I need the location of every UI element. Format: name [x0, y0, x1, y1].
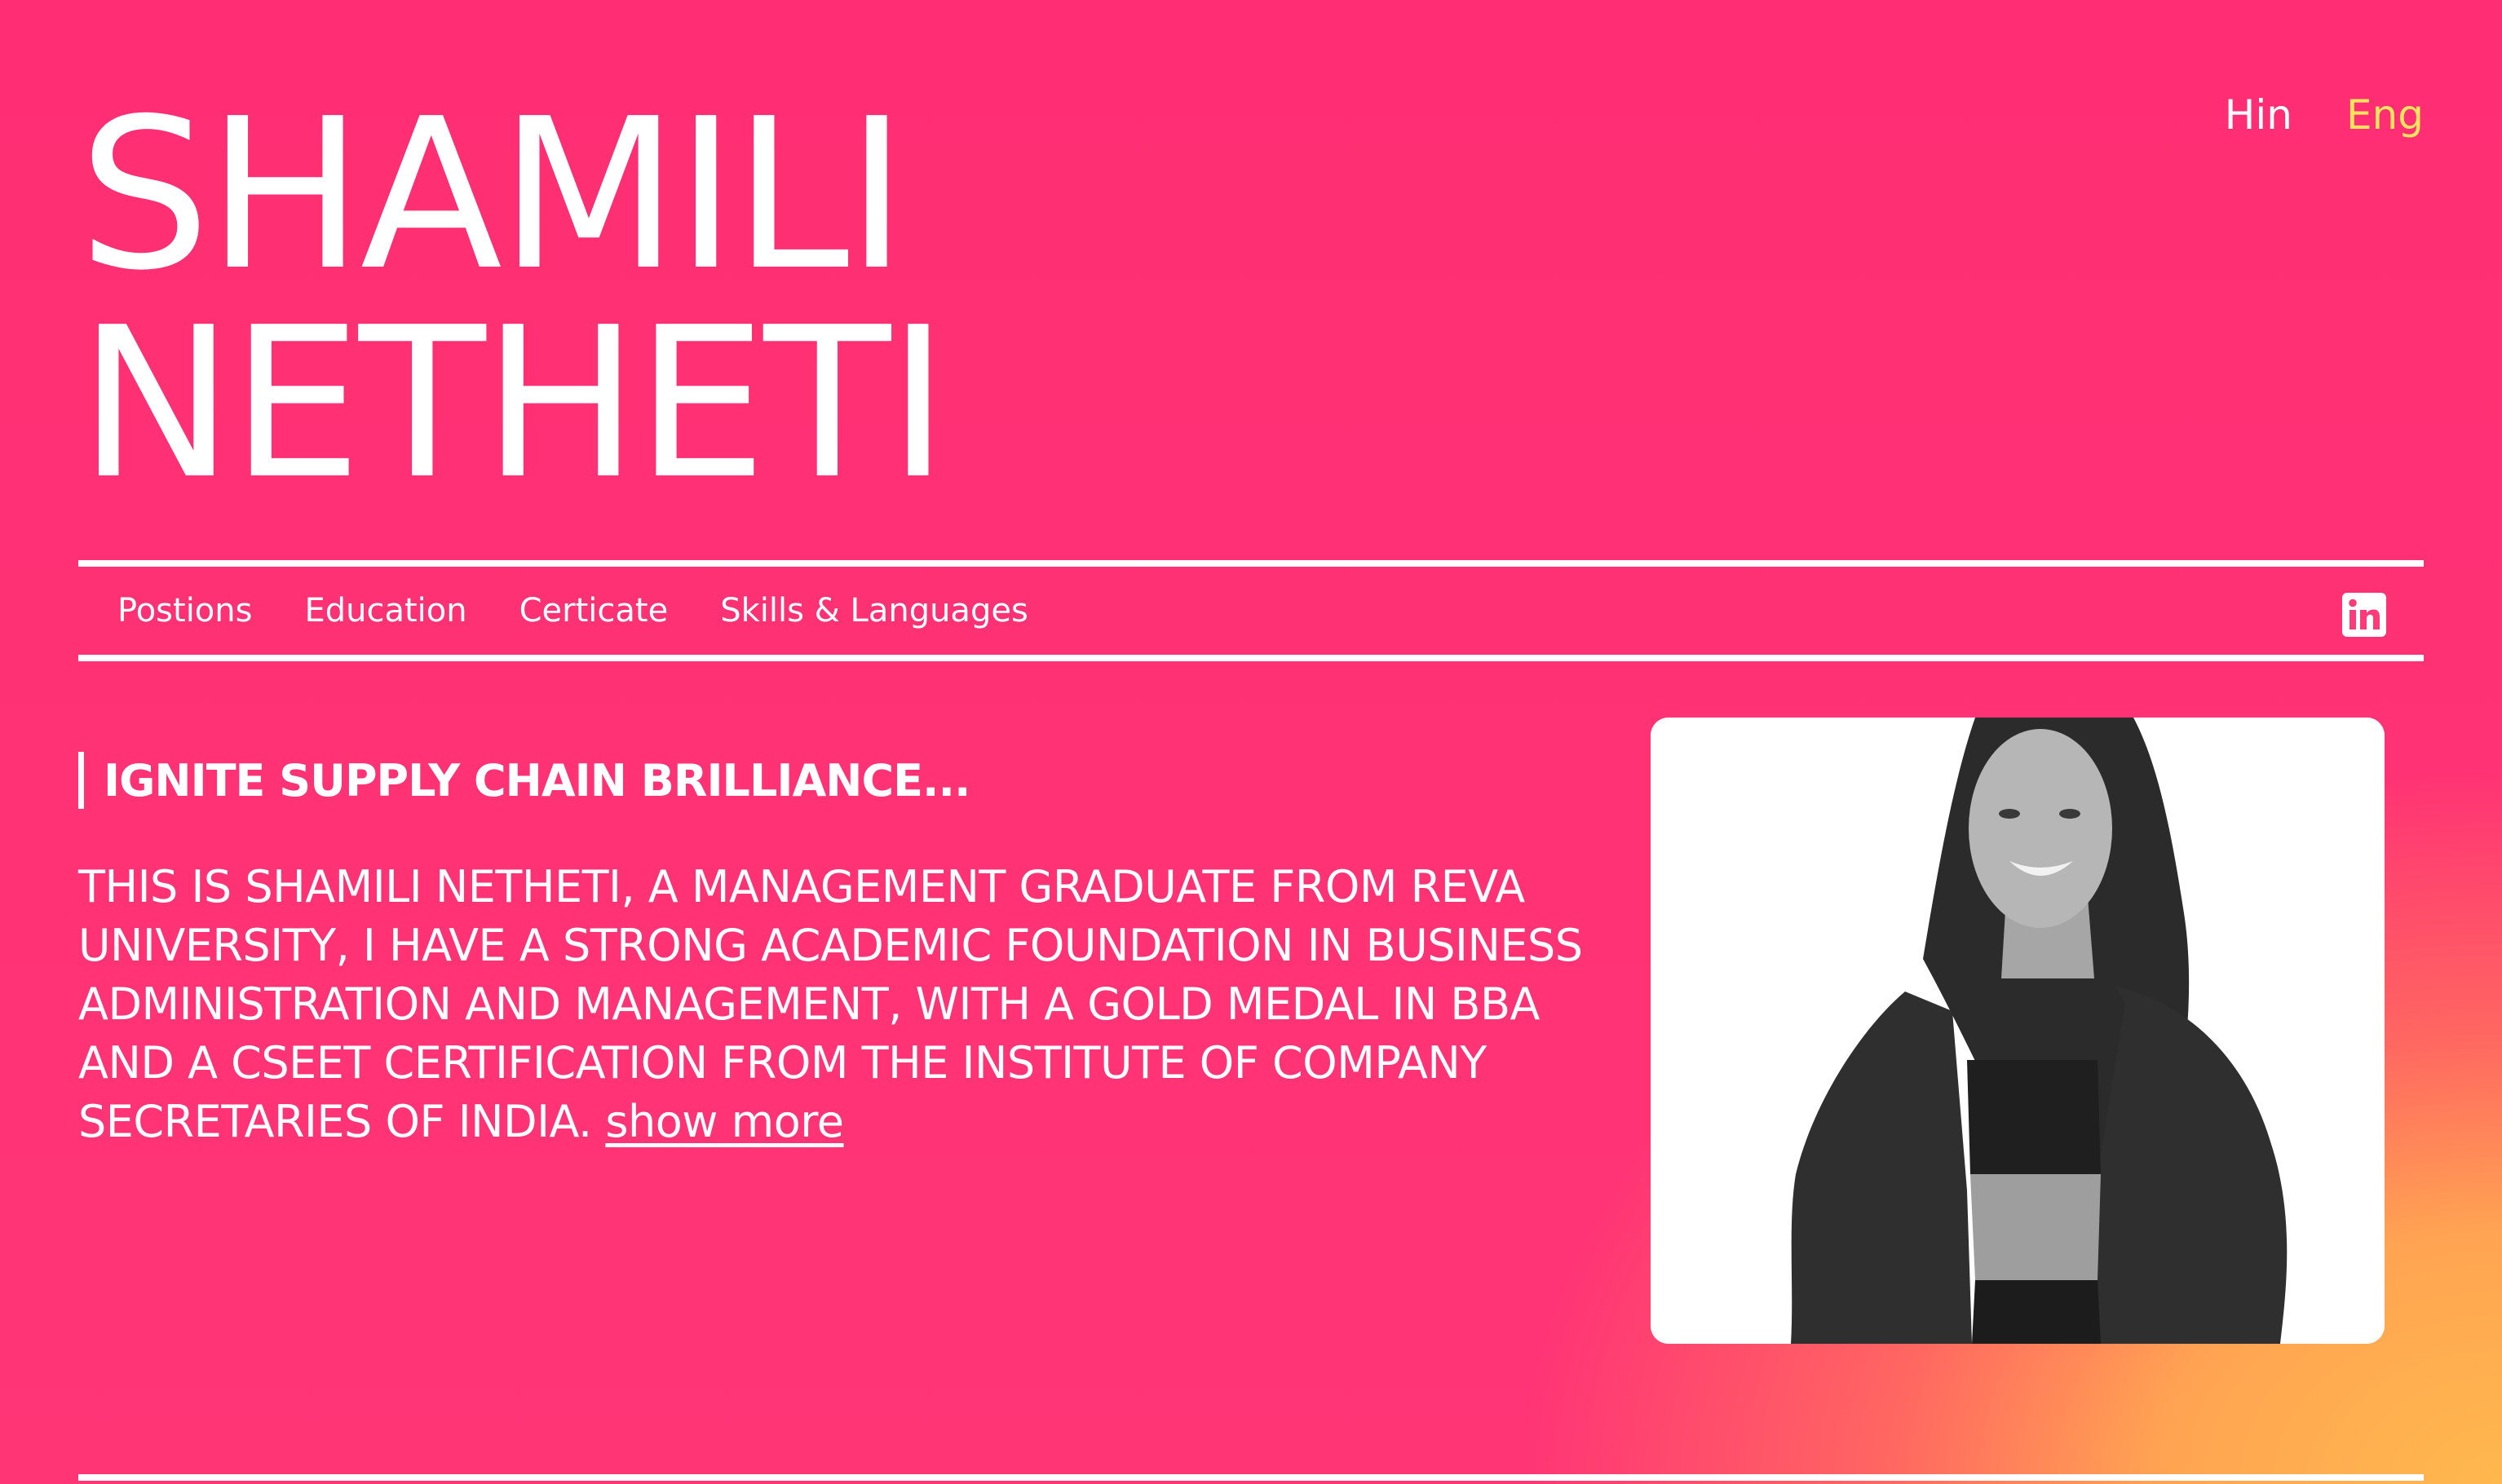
nav-link-skills-languages[interactable]: Skills & Languages: [720, 592, 1028, 629]
hero-bio: THIS IS SHAMILI NETHETI, A MANAGEMENT GR…: [78, 858, 1595, 1151]
nav-link-education[interactable]: Education: [304, 592, 466, 629]
profile-photo: [1651, 718, 2385, 1344]
section-divider: [78, 1474, 2424, 1481]
title-last-name: NETHETI: [78, 283, 948, 525]
language-hindi-link[interactable]: Hin: [2225, 91, 2292, 139]
nav-link-positions[interactable]: Postions: [117, 592, 252, 629]
language-switcher: Hin Eng: [2225, 91, 2424, 139]
title-first-name: SHAMILI: [78, 74, 908, 316]
show-more-link[interactable]: show more: [605, 1096, 844, 1147]
nav-link-certificate[interactable]: Certicate: [519, 592, 669, 629]
hero-tagline: IGNITE SUPPLY CHAIN BRILLIANCE...: [78, 752, 971, 809]
nav-links: Postions Education Certicate Skills & La…: [117, 567, 1028, 655]
language-english-link[interactable]: Eng: [2346, 91, 2424, 139]
site-title: SHAMILI NETHETI: [78, 91, 948, 509]
linkedin-icon[interactable]: [2342, 593, 2386, 637]
main-navigation: Postions Education Certicate Skills & La…: [78, 560, 2424, 661]
